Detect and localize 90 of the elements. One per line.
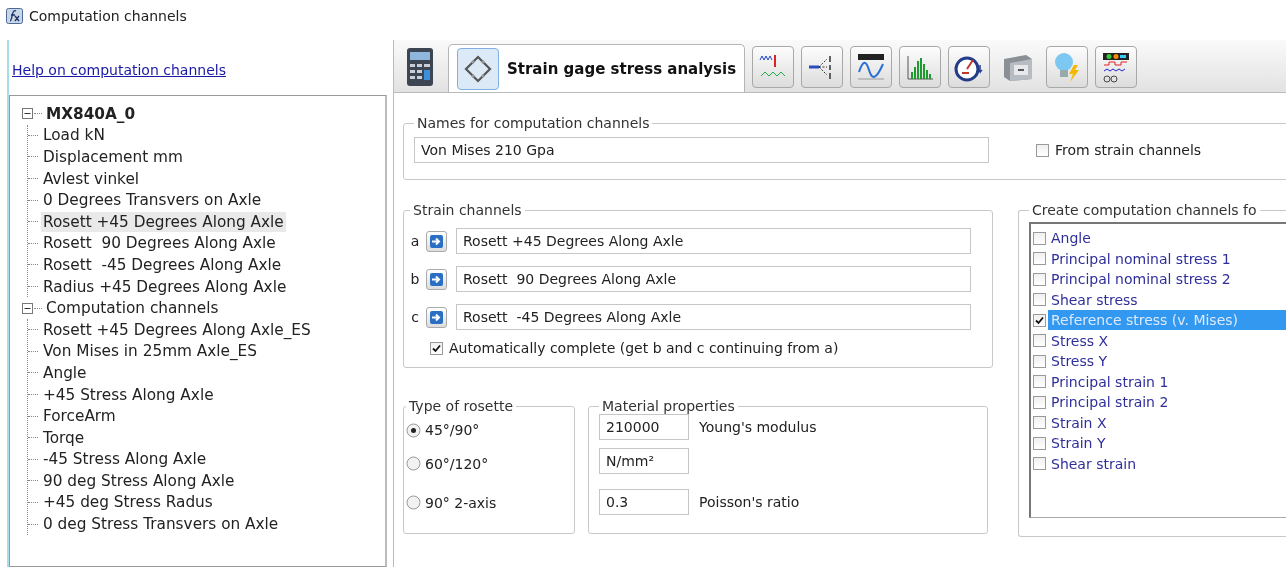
tree-item[interactable]: Avlest vinkel bbox=[41, 168, 142, 189]
channel-letter: c bbox=[410, 309, 420, 325]
list-item[interactable]: Angle bbox=[1048, 228, 1286, 249]
checkbox[interactable] bbox=[1033, 416, 1046, 430]
tree-item[interactable]: Load kN bbox=[41, 125, 107, 146]
list-item[interactable]: Principal nominal stress 1 bbox=[1048, 248, 1286, 269]
property-field[interactable]: 210000 bbox=[599, 414, 689, 440]
tree-item[interactable]: Rosett +45 Degrees Along Axle_ES bbox=[41, 319, 313, 340]
calculator-icon bbox=[406, 47, 434, 87]
waveform-icon bbox=[856, 52, 887, 82]
list-item[interactable]: Stress X bbox=[1048, 330, 1286, 351]
arrow-icon bbox=[430, 310, 443, 324]
tab[interactable] bbox=[1095, 46, 1138, 88]
channel-field[interactable]: Rosett -45 Degrees Along Axle bbox=[456, 304, 971, 330]
list-item[interactable]: Stress Y bbox=[1048, 351, 1286, 372]
checkbox[interactable] bbox=[1033, 231, 1046, 245]
radio-label: 90° 2-axis bbox=[425, 494, 497, 511]
tab[interactable] bbox=[948, 46, 991, 88]
group-title: Create computation channels fo bbox=[1031, 202, 1258, 218]
channel-letter: a bbox=[410, 233, 420, 249]
select-channel-button[interactable] bbox=[426, 230, 447, 252]
property-field[interactable]: N/mm² bbox=[599, 448, 689, 474]
list-item[interactable]: Principal strain 1 bbox=[1048, 371, 1286, 392]
select-channel-button[interactable] bbox=[426, 306, 447, 328]
checkbox[interactable] bbox=[1033, 457, 1046, 471]
arrow-icon bbox=[430, 234, 443, 248]
checkbox[interactable] bbox=[1033, 313, 1046, 327]
list-item[interactable]: Principal strain 2 bbox=[1048, 392, 1286, 413]
checkbox[interactable] bbox=[430, 341, 443, 355]
tree-item[interactable]: Computation channels bbox=[44, 298, 221, 319]
bridge-icon bbox=[463, 53, 493, 84]
checkbox[interactable] bbox=[1033, 272, 1046, 286]
list-item[interactable]: Principal nominal stress 2 bbox=[1048, 269, 1286, 290]
channel-letter: b bbox=[410, 271, 420, 287]
window-title: Computation channels bbox=[29, 8, 187, 24]
checkbox[interactable] bbox=[1033, 334, 1046, 348]
list-item[interactable]: Strain Y bbox=[1048, 433, 1286, 454]
tree-item[interactable]: Rosett -45 Degrees Along Axle bbox=[41, 254, 284, 275]
checkbox[interactable] bbox=[1033, 395, 1046, 409]
list-item[interactable]: Shear stress bbox=[1048, 289, 1286, 310]
checkbox-label: From strain channels bbox=[1055, 142, 1202, 158]
list-item[interactable]: Strain X bbox=[1048, 412, 1286, 433]
radio-button[interactable] bbox=[406, 495, 421, 510]
radio-button[interactable] bbox=[406, 456, 421, 471]
tree-item[interactable]: Rosett 90 Degrees Along Axle bbox=[41, 233, 278, 254]
signal-monitor-icon bbox=[1101, 51, 1132, 83]
name-field[interactable]: Von Mises 210 Gpa bbox=[414, 137, 989, 163]
checkbox[interactable] bbox=[1033, 252, 1046, 266]
group-title: Strain channels bbox=[412, 202, 523, 218]
checkbox[interactable] bbox=[1033, 436, 1046, 450]
tree-item[interactable]: ForceArm bbox=[41, 406, 118, 427]
select-channel-button[interactable] bbox=[426, 268, 447, 290]
field-label: Young's modulus bbox=[699, 419, 817, 435]
tree-item[interactable]: +45 deg Stress Radus bbox=[41, 492, 215, 513]
tree-item[interactable]: MX840A_0 bbox=[44, 103, 138, 124]
checkbox[interactable] bbox=[1036, 143, 1049, 157]
list-item[interactable]: Shear strain bbox=[1048, 453, 1286, 474]
tree-item[interactable]: Angle bbox=[41, 362, 89, 383]
tree-item[interactable]: -45 Stress Along Axle bbox=[41, 449, 209, 470]
tree-item[interactable]: Radius +45 Degrees Along Axle bbox=[41, 276, 289, 297]
tree-item[interactable]: Von Mises in 25mm Axle_ES bbox=[41, 341, 259, 362]
tab[interactable] bbox=[850, 46, 893, 88]
tree-item[interactable]: 0 deg Stress Transvers on Axle bbox=[41, 514, 281, 535]
tab[interactable]: Strain gage stress analysis bbox=[448, 44, 746, 92]
group-title: Type of rosette bbox=[408, 398, 515, 414]
collapse-icon[interactable] bbox=[22, 108, 33, 120]
tab[interactable] bbox=[801, 46, 844, 88]
checkbox-label: Automatically complete (get b and c continuing from a) bbox=[449, 340, 839, 356]
channel-field[interactable]: Rosett +45 Degrees Along Axle bbox=[456, 228, 971, 254]
tree-item[interactable]: Rosett +45 Degrees Along Axle bbox=[41, 211, 286, 232]
tree-item[interactable]: Displacement mm bbox=[41, 147, 185, 167]
tree-item[interactable]: 0 Degrees Transvers on Axle bbox=[41, 190, 264, 211]
checkbox[interactable] bbox=[1033, 293, 1046, 307]
channel-field[interactable]: Rosett 90 Degrees Along Axle bbox=[456, 266, 971, 292]
group-title: Names for computation channels bbox=[416, 115, 651, 131]
checkbox[interactable] bbox=[1033, 354, 1046, 368]
collapse-icon[interactable] bbox=[22, 302, 33, 314]
property-field[interactable]: 0.3 bbox=[599, 489, 689, 515]
tree-item[interactable]: 90 deg Stress Along Axle bbox=[41, 470, 237, 491]
function-icon bbox=[6, 8, 23, 24]
radio-label: 60°/120° bbox=[425, 455, 489, 472]
help-link[interactable]: Help on computation channels bbox=[12, 62, 226, 78]
tree-item[interactable]: +45 Stress Along Axle bbox=[41, 384, 216, 405]
group-title: Material properties bbox=[601, 398, 736, 414]
radio-label: 45°/90° bbox=[425, 422, 480, 438]
checkbox[interactable] bbox=[1033, 375, 1046, 389]
field-label: Poisson's ratio bbox=[699, 494, 800, 510]
arrow-icon bbox=[430, 272, 443, 286]
tree-item[interactable]: Torqe bbox=[41, 427, 87, 448]
radio-button[interactable] bbox=[406, 422, 421, 438]
